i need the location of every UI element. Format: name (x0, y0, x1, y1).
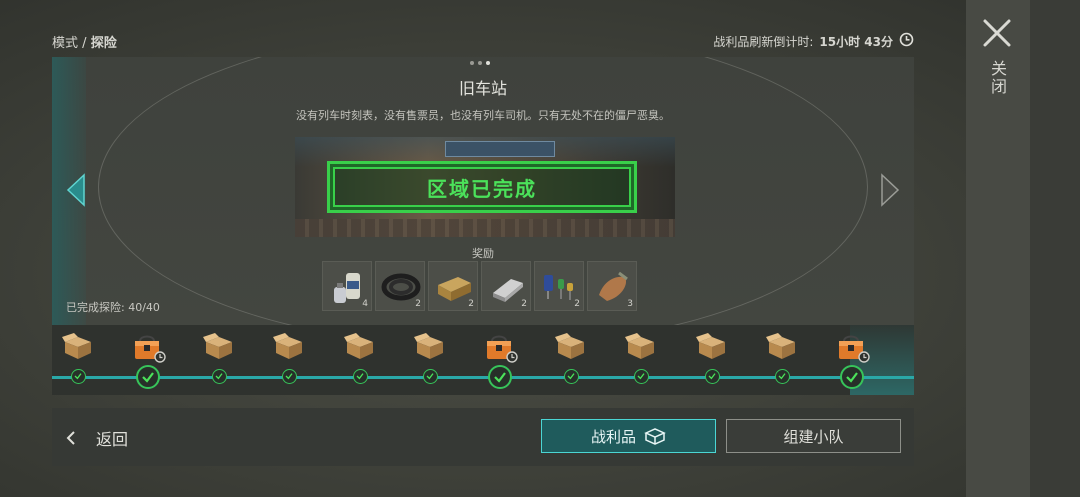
rail-tracks (295, 219, 675, 237)
explorations-label: 已完成探险: (66, 301, 125, 314)
page-dot (470, 61, 474, 65)
progress-node[interactable] (330, 325, 390, 395)
progress-node[interactable] (611, 325, 671, 395)
reward-qty: 2 (574, 299, 580, 309)
progress-node[interactable] (48, 325, 108, 395)
supply-box-icon (202, 333, 235, 365)
breadcrumb-current: 探险 (90, 36, 117, 51)
area-completed-text: 区域已完成 (427, 176, 537, 201)
progress-track (52, 325, 914, 395)
progress-node[interactable] (118, 325, 178, 395)
check-icon (282, 369, 298, 384)
loot-chest-icon (836, 333, 871, 367)
form-squad-label: 组建小队 (783, 427, 844, 446)
loot-label: 战利品 (590, 427, 636, 446)
progress-node[interactable] (822, 325, 882, 395)
breadcrumb-separator: / (82, 36, 87, 51)
supply-box-icon (273, 333, 305, 365)
area-completed-banner: 区域已完成 (327, 161, 637, 213)
check-icon (704, 369, 720, 384)
check-icon (136, 365, 161, 389)
back-label: 返回 (96, 430, 129, 449)
reward-qty: 2 (468, 299, 474, 309)
close-label[interactable]: 关闭 (988, 60, 1007, 96)
supply-box-icon (625, 333, 657, 365)
next-location-arrow-icon[interactable] (880, 173, 900, 207)
prev-location-arrow-icon[interactable] (66, 173, 86, 207)
check-icon (71, 369, 86, 384)
reward-qty: 2 (521, 299, 527, 309)
page-dot (478, 61, 482, 65)
station-sign (445, 141, 555, 157)
progress-node[interactable] (259, 325, 319, 395)
progress-node[interactable] (541, 325, 601, 395)
chevron-left-icon (66, 431, 75, 445)
rewards-list: 4 2 2 2 2 3 (322, 261, 637, 311)
breadcrumb: 模式 / 探险 (52, 32, 117, 51)
side-edge (1030, 0, 1080, 497)
loot-chest-icon (484, 333, 519, 367)
reward-item[interactable]: 2 (534, 261, 584, 311)
check-icon (775, 369, 790, 384)
reward-qty: 3 (627, 299, 633, 309)
location-title: 旧车站 (458, 79, 507, 98)
timer-label: 战利品刷新倒计时: (713, 34, 814, 49)
reward-item[interactable]: 3 (587, 261, 637, 311)
breadcrumb-parent[interactable]: 模式 (52, 36, 78, 51)
reward-item[interactable]: 2 (481, 261, 531, 311)
loot-button[interactable]: 战利品 (541, 419, 716, 453)
clock-icon (899, 32, 914, 50)
check-icon (352, 369, 368, 384)
check-icon (211, 369, 227, 384)
progress-node[interactable] (189, 325, 249, 395)
progress-node[interactable] (400, 325, 460, 395)
page-dot-active (486, 61, 490, 65)
supply-box-icon (414, 333, 446, 365)
loot-refresh-timer: 战利品刷新倒计时: 15小时 43分 (713, 32, 914, 50)
supply-box-icon (554, 333, 587, 365)
reward-item[interactable]: 2 (375, 261, 425, 311)
rewards-label: 奖励 (472, 247, 494, 260)
page-dots (470, 61, 490, 65)
location-description: 没有列车时刻表，没有售票员，也没有列车司机。只有无处不在的僵尸恶臭。 (296, 109, 670, 122)
loot-crate-icon (644, 428, 666, 445)
progress-node[interactable] (682, 325, 742, 395)
explorations-completed: 已完成探险: 40/40 (66, 299, 160, 315)
reward-item[interactable]: 4 (322, 261, 372, 311)
check-icon (488, 365, 513, 389)
progress-node[interactable] (752, 325, 812, 395)
check-icon (634, 369, 650, 384)
close-icon[interactable] (980, 16, 1014, 50)
supply-box-icon (62, 333, 94, 365)
progress-node[interactable] (470, 325, 530, 395)
form-squad-button[interactable]: 组建小队 (726, 419, 901, 453)
supply-box-icon (766, 333, 798, 365)
check-icon (563, 369, 579, 384)
location-panel: 旧车站 没有列车时刻表，没有售票员，也没有列车司机。只有无处不在的僵尸恶臭。 区… (52, 57, 914, 325)
loot-chest-icon (132, 333, 167, 367)
back-button[interactable]: 返回 (66, 426, 128, 450)
explorations-value: 40/40 (128, 301, 160, 314)
check-icon (423, 369, 438, 384)
supply-box-icon (695, 333, 728, 365)
timer-value: 15小时 43分 (819, 34, 893, 49)
bottom-bar: 返回 战利品 组建小队 (52, 408, 914, 466)
reward-qty: 2 (415, 299, 421, 309)
check-icon (840, 365, 865, 389)
reward-item[interactable]: 2 (428, 261, 478, 311)
reward-qty: 4 (362, 299, 368, 309)
supply-box-icon (343, 333, 376, 365)
